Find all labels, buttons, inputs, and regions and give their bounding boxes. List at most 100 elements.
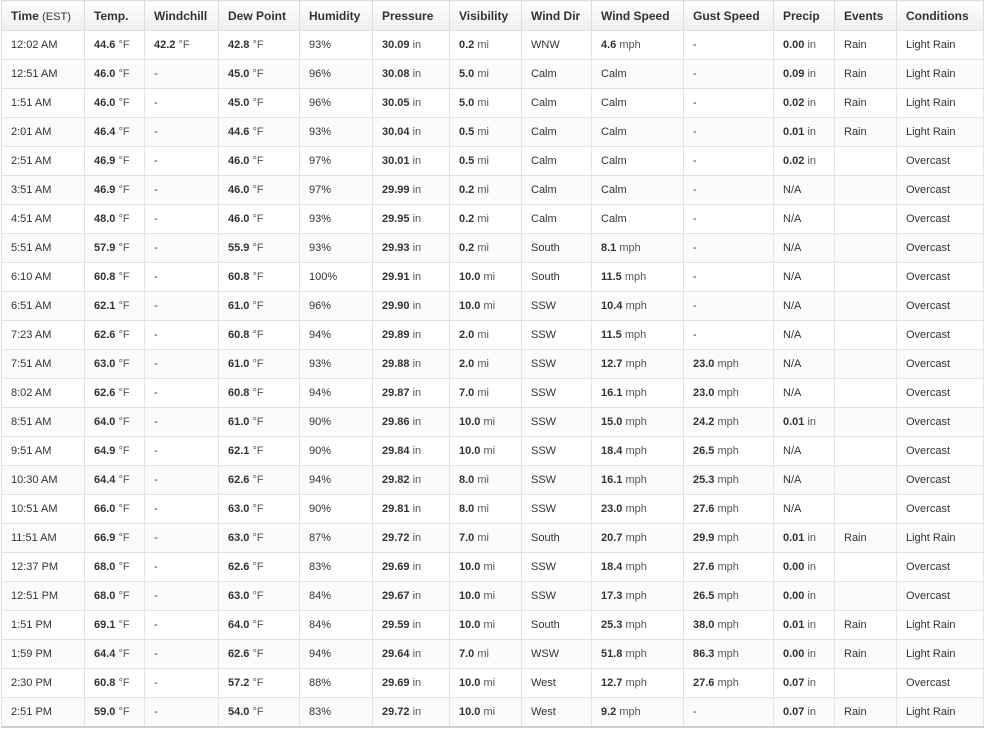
cell-text: - [693, 155, 697, 167]
cell-gust-speed: - [683, 697, 774, 728]
cell-unit: °F [252, 619, 264, 631]
cell-visibility: 0.2 mi [449, 30, 522, 60]
cell-temp: 48.0 °F [84, 204, 145, 234]
cell-temp: 57.9 °F [84, 233, 145, 263]
header-conditions[interactable]: Conditions [896, 0, 984, 31]
cell-text: - [693, 329, 697, 341]
cell-gust-speed: 27.6 mph [683, 494, 774, 524]
cell-conditions: Overcast [896, 436, 984, 466]
cell-unit: mph [717, 619, 739, 631]
cell-value: 48.0 [94, 213, 116, 225]
cell-text: WNW [531, 39, 560, 51]
header-precip[interactable]: Precip [773, 0, 835, 31]
cell-temp: 60.8 °F [84, 668, 145, 698]
cell-wind-speed: Calm [591, 117, 684, 147]
header-wind-speed[interactable]: Wind Speed [591, 0, 684, 31]
cell-value: 0.00 [783, 561, 805, 573]
cell-value: 60.8 [94, 271, 116, 283]
cell-gust-speed: - [683, 117, 774, 147]
cell-unit: in [412, 387, 422, 399]
cell-dew-point: 60.8 °F [218, 262, 300, 292]
cell-value: 29.81 [382, 503, 410, 515]
cell-humidity: 90% [299, 407, 373, 437]
cell-value: 29.84 [382, 445, 410, 457]
cell-value: 46.0 [94, 68, 116, 80]
cell-value: 63.0 [228, 503, 250, 515]
header-events[interactable]: Events [834, 0, 897, 31]
cell-time: 9:51 AM [1, 436, 85, 466]
cell-value: 24.2 [693, 416, 715, 428]
cell-conditions: Overcast [896, 146, 984, 176]
cell-value: 86.3 [693, 648, 715, 660]
cell-text: - [154, 68, 158, 80]
cell-value: 30.04 [382, 126, 410, 138]
cell-value: 59.0 [94, 706, 116, 718]
cell-conditions: Light Rain [896, 88, 984, 118]
cell-events [834, 204, 897, 234]
cell-value: 11.5 [601, 271, 622, 283]
cell-unit: mi [477, 532, 489, 544]
cell-temp: 62.6 °F [84, 378, 145, 408]
cell-conditions: Overcast [896, 320, 984, 350]
cell-value: 0.09 [783, 68, 805, 80]
cell-value: 45.0 [228, 97, 250, 109]
cell-text: Light Rain [906, 648, 956, 660]
cell-text: 90% [309, 445, 332, 457]
cell-text: 1:51 AM [11, 97, 52, 109]
cell-value: 4.6 [601, 39, 617, 51]
header-pressure[interactable]: Pressure [372, 0, 450, 31]
cell-wind-speed: 15.0 mph [591, 407, 684, 437]
cell-text: - [154, 387, 158, 399]
cell-gust-speed: 38.0 mph [683, 610, 774, 640]
cell-visibility: 7.0 mi [449, 523, 522, 553]
cell-dew-point: 64.0 °F [218, 610, 300, 640]
cell-pressure: 29.67 in [372, 581, 450, 611]
cell-text: South [531, 242, 560, 254]
cell-time: 1:51 AM [1, 88, 85, 118]
header-windchill[interactable]: Windchill [144, 0, 219, 31]
header-time[interactable]: Time (EST) [1, 0, 85, 31]
cell-value: 7.0 [459, 648, 475, 660]
cell-wind-speed: Calm [591, 59, 684, 89]
cell-text: 84% [309, 619, 332, 631]
cell-unit: °F [252, 242, 264, 254]
cell-value: 54.0 [228, 706, 250, 718]
cell-temp: 64.0 °F [84, 407, 145, 437]
cell-text: 97% [309, 184, 332, 196]
header-time-label: Time [11, 8, 39, 23]
cell-unit: mph [625, 358, 647, 370]
cell-unit: mi [477, 329, 489, 341]
cell-unit: °F [118, 213, 130, 225]
cell-unit: in [807, 677, 817, 689]
cell-unit: °F [252, 590, 264, 602]
cell-conditions: Overcast [896, 581, 984, 611]
header-temp[interactable]: Temp. [84, 0, 145, 31]
header-humidity[interactable]: Humidity [299, 0, 373, 31]
table-row: 6:51 AM 62.1 °F -61.0 °F 96% 29.90 in 10.0 mi… [1, 291, 984, 321]
cell-value: 5.0 [459, 68, 475, 80]
header-gust-speed[interactable]: Gust Speed [683, 0, 774, 31]
cell-value: 29.72 [382, 706, 410, 718]
cell-visibility: 8.0 mi [449, 494, 522, 524]
cell-unit: in [412, 416, 422, 428]
header-wind-dir[interactable]: Wind Dir [521, 0, 592, 31]
cell-text: West [531, 706, 556, 718]
cell-precip: 0.07 in [773, 697, 835, 728]
header-dew-point[interactable]: Dew Point [218, 0, 300, 31]
cell-value: 63.0 [228, 532, 250, 544]
cell-value: 26.5 [693, 445, 715, 457]
cell-value: 10.0 [459, 619, 481, 631]
header-visibility[interactable]: Visibility [449, 0, 522, 31]
cell-time: 5:51 AM [1, 233, 85, 263]
cell-text: - [154, 97, 158, 109]
cell-gust-speed: 25.3 mph [683, 465, 774, 495]
cell-value: 16.1 [601, 474, 623, 486]
cell-conditions: Light Rain [896, 697, 984, 728]
cell-visibility: 2.0 mi [449, 320, 522, 350]
cell-value: 8.0 [459, 474, 475, 486]
cell-windchill: - [144, 146, 219, 176]
cell-precip: N/A [773, 320, 835, 350]
cell-text: SSW [531, 416, 557, 428]
cell-unit: mi [477, 474, 489, 486]
cell-windchill: - [144, 639, 219, 669]
